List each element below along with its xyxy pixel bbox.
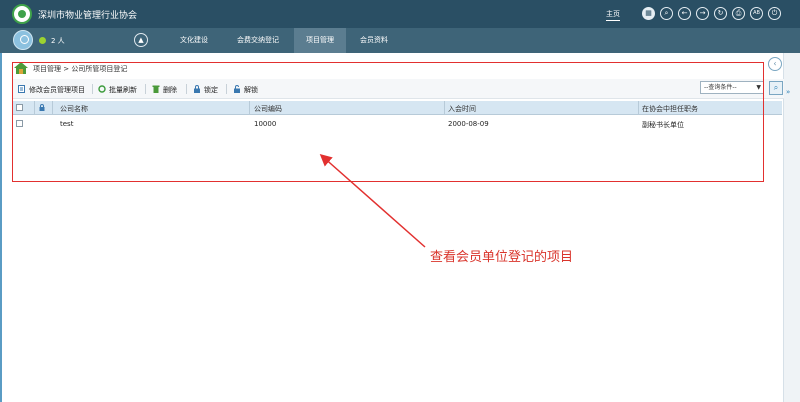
tab-member-info[interactable]: 会员资料	[350, 28, 398, 53]
nav-up-arrow-icon[interactable]: ▲	[134, 33, 148, 47]
tab-project-management[interactable]: 项目管理	[294, 28, 346, 53]
collapse-icon[interactable]: ‹	[768, 57, 782, 71]
online-count: 2 人	[51, 37, 65, 45]
user-avatar[interactable]	[13, 30, 33, 50]
annotation-text: 查看会员单位登记的项目	[430, 250, 574, 265]
site-title: 深圳市物业管理行业协会	[38, 11, 138, 21]
tab-culture[interactable]: 文化建设	[166, 28, 222, 53]
home-link[interactable]: 主页	[606, 9, 620, 21]
refresh-icon[interactable]: ↻	[714, 7, 727, 20]
left-edge-bar	[0, 53, 2, 402]
annotation-highlight-box	[12, 62, 764, 182]
right-side-panel	[783, 53, 800, 402]
online-status-icon	[39, 37, 46, 44]
logout-icon[interactable]: ⏻	[768, 7, 781, 20]
back-icon[interactable]: ←	[678, 7, 691, 20]
font-size-icon[interactable]: AB	[750, 7, 763, 20]
forward-icon[interactable]: →	[696, 7, 709, 20]
association-logo	[12, 4, 32, 24]
print-icon[interactable]: ⎙	[732, 7, 745, 20]
expand-side-icon[interactable]: »	[786, 88, 790, 96]
tab-fee-payment[interactable]: 会费交纳登记	[226, 28, 290, 53]
search-button[interactable]: ⌕	[769, 81, 783, 95]
grid-icon[interactable]: ▦	[642, 7, 655, 20]
nav-bar	[0, 28, 800, 53]
search-icon[interactable]: ⌕	[660, 7, 673, 20]
